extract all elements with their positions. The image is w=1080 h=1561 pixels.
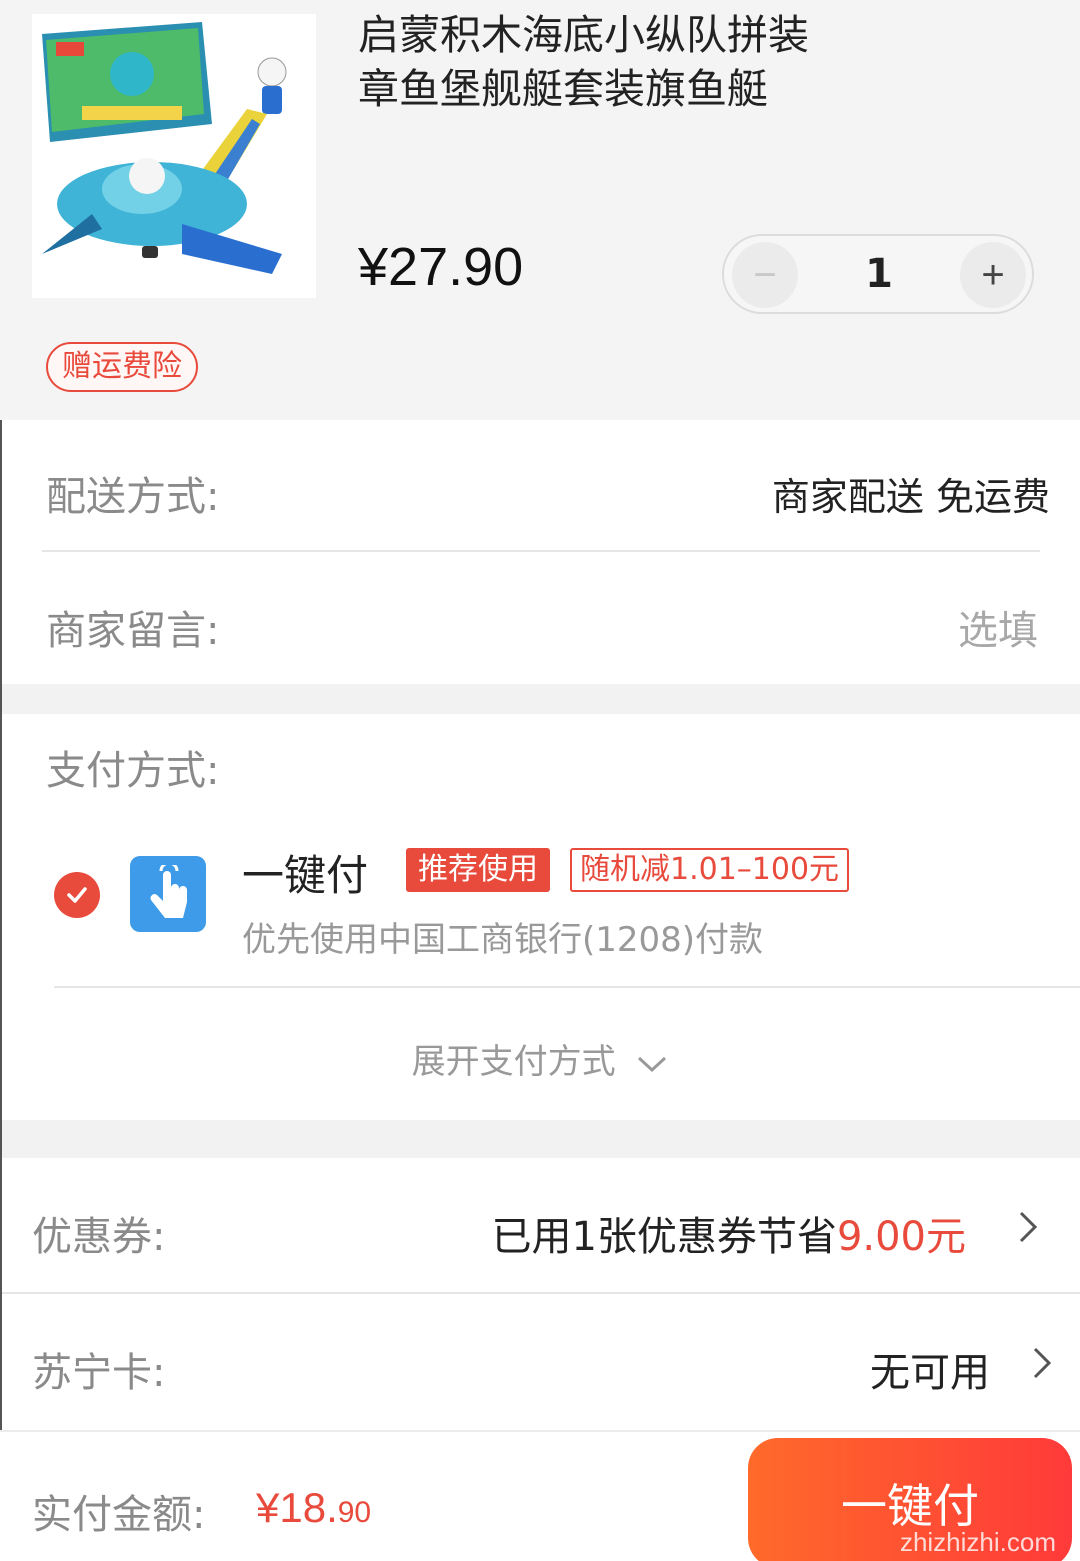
selected-check-icon[interactable] — [54, 872, 100, 918]
chevron-right-icon[interactable] — [1032, 1346, 1052, 1380]
discount-panel: 优惠券: 已用1张优惠券节省9.00元 苏宁卡: 无可用 — [0, 1158, 1080, 1430]
coupon-value-prefix: 已用1张优惠券节省 — [491, 1214, 837, 1260]
checkout-bar: 实付金额: ¥18.90 一键付 zhizhizhi.com — [0, 1430, 1080, 1561]
product-price: ¥27.90 — [358, 237, 524, 297]
message-input[interactable]: 选填 — [958, 598, 1038, 656]
chevron-down-icon — [638, 1056, 667, 1072]
window-edge — [0, 420, 2, 1561]
suning-card-label: 苏宁卡: — [32, 1350, 166, 1396]
total-amount: ¥18.90 — [256, 1484, 371, 1532]
total-amount-decimal: 90 — [337, 1496, 372, 1529]
divider — [42, 550, 1040, 552]
coupon-value[interactable]: 已用1张优惠券节省9.00元 — [491, 1204, 966, 1262]
product-title-line1: 启蒙积木海底小纵队拼装 — [358, 11, 809, 59]
submit-order-button[interactable]: 一键付 zhizhizhi.com — [748, 1438, 1072, 1561]
quantity-stepper: − 1 + — [722, 234, 1034, 314]
divider — [54, 986, 1080, 988]
payment-method-name[interactable]: 一键付 — [242, 842, 368, 903]
quantity-value[interactable]: 1 — [844, 236, 914, 312]
product-image[interactable] — [32, 14, 316, 298]
message-label: 商家留言: — [46, 608, 220, 654]
watermark: zhizhizhi.com — [899, 1527, 1056, 1557]
recommend-badge: 推荐使用 — [406, 848, 550, 892]
product-title: 启蒙积木海底小纵队拼装 章鱼堡舰艇套装旗鱼艇 — [358, 8, 1038, 116]
decrement-button[interactable]: − — [732, 242, 798, 308]
coupon-saving-amount: 9.00元 — [836, 1214, 966, 1260]
increment-button[interactable]: + — [960, 242, 1026, 308]
expand-payment-button[interactable]: 展开支付方式 — [0, 1034, 1080, 1083]
shipping-insurance-tag: 赠运费险 — [46, 342, 198, 392]
total-label: 实付金额: — [32, 1492, 206, 1538]
product-card: 启蒙积木海底小纵队拼装 章鱼堡舰艇套装旗鱼艇 ¥27.90 − 1 + 赠运费险 — [0, 0, 1080, 420]
tap-pay-icon — [130, 856, 206, 932]
delivery-label: 配送方式: — [46, 474, 220, 520]
suning-card-value[interactable]: 无可用 — [870, 1340, 990, 1398]
expand-payment-label: 展开支付方式 — [411, 1042, 616, 1082]
delivery-panel: 配送方式: 商家配送 免运费 商家留言: 选填 — [0, 420, 1080, 684]
total-amount-integer: ¥18. — [256, 1484, 338, 1531]
random-discount-badge: 随机减1.01–100元 — [570, 848, 850, 892]
product-title-line2: 章鱼堡舰艇套装旗鱼艇 — [358, 65, 768, 113]
chevron-right-icon[interactable] — [1018, 1210, 1038, 1244]
divider — [0, 1292, 1080, 1294]
payment-description: 优先使用中国工商银行(1208)付款 — [242, 920, 764, 960]
delivery-value[interactable]: 商家配送 免运费 — [772, 466, 1050, 521]
coupon-label: 优惠券: — [32, 1214, 166, 1260]
payment-label: 支付方式: — [46, 748, 220, 794]
product-image-graphic — [32, 14, 316, 298]
